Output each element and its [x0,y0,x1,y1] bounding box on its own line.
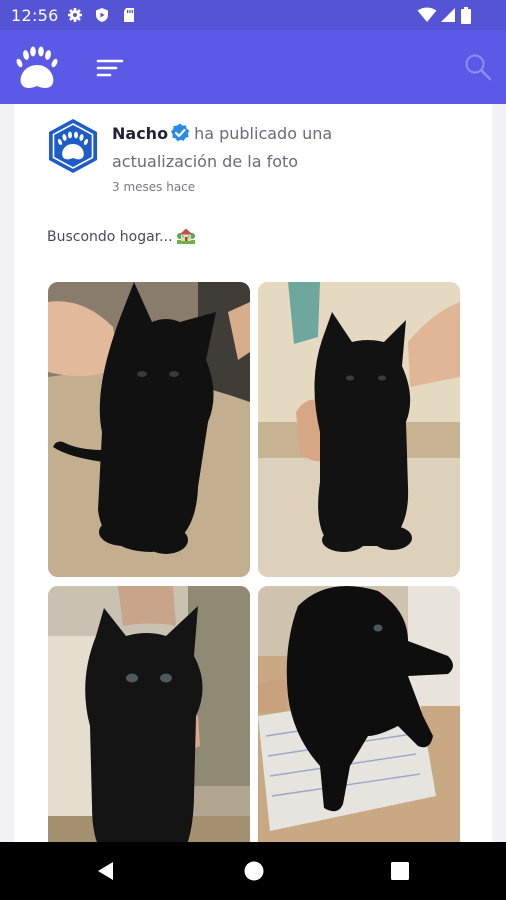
photo-black-kitten-1[interactable] [48,282,250,577]
play-shield-icon [96,8,108,22]
post-timestamp: 3 meses hace [112,180,196,194]
kitten-photo-image [258,586,460,842]
status-time: 12:56 [11,6,59,25]
recents-icon[interactable] [388,859,412,883]
post-text: Buscondo hogar... [47,227,195,245]
post-card[interactable]: Nacho ha publicado una actualización de … [14,104,492,842]
post-text-content: Buscondo hogar... [47,229,173,245]
wifi-icon [417,7,437,22]
house-with-garden-icon [176,228,195,244]
battery-icon [461,7,471,24]
paw-logo[interactable] [16,46,58,90]
kitten-photo-image [258,282,460,577]
signal-icon [441,8,455,22]
verified-badge-icon [170,123,190,142]
menu-icon[interactable] [96,58,124,78]
sd-card-icon [124,8,134,22]
photo-black-kitten-3[interactable] [48,586,250,842]
user-name[interactable]: Nacho [112,124,168,143]
photo-black-kitten-4[interactable] [258,586,460,842]
system-navigation-bar [0,842,506,900]
photo-black-kitten-2[interactable] [258,282,460,577]
post-header: Nacho ha publicado una actualización de … [112,120,442,176]
search-icon[interactable] [464,53,492,81]
back-icon[interactable] [94,859,118,883]
kitten-photo-image [48,586,250,842]
feed[interactable]: Nacho ha publicado una actualización de … [0,104,506,842]
home-icon[interactable] [242,859,266,883]
status-bar: 12:56 [0,0,506,30]
app-bar [0,30,506,104]
kitten-photo-image [48,282,250,577]
user-avatar[interactable] [47,118,99,174]
gear-icon [68,8,82,22]
